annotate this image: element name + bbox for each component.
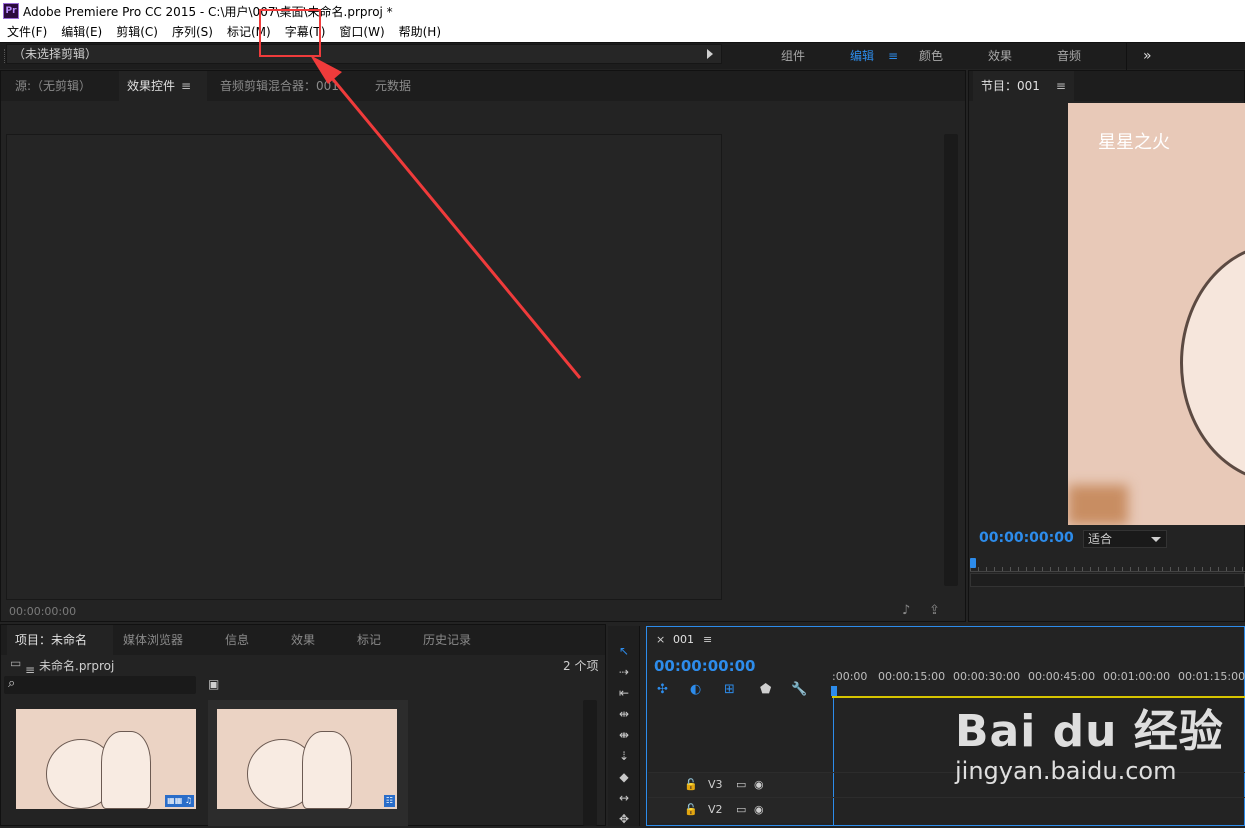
annotation-arrow-icon — [310, 55, 582, 379]
